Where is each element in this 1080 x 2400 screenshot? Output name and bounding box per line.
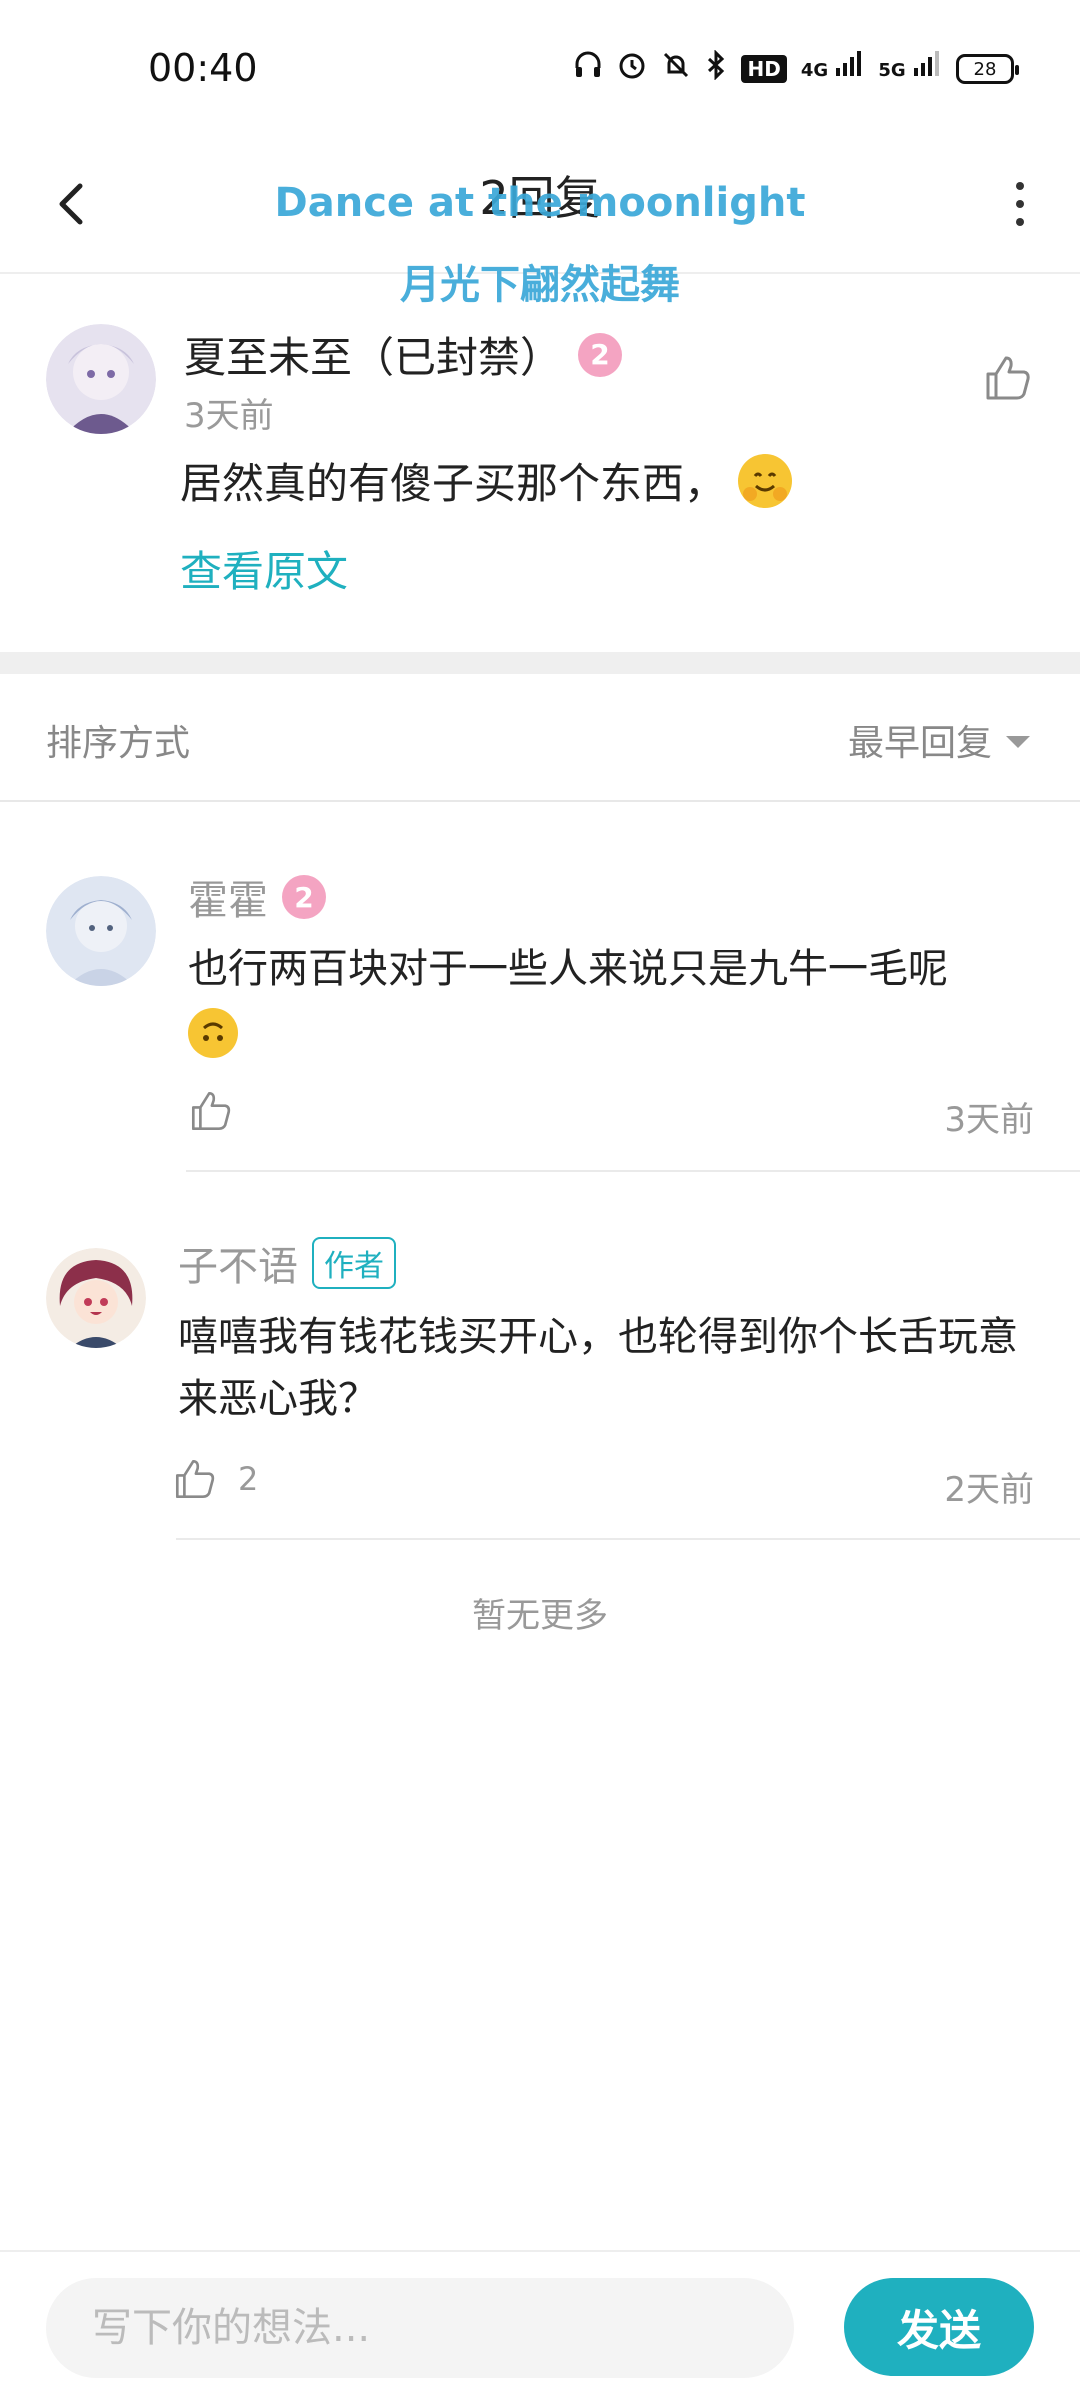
sort-selected-value: 最早回复 (847, 723, 992, 764)
comment-time: 3天前 (184, 396, 274, 436)
section-divider (0, 652, 1080, 674)
like-button[interactable] (188, 1088, 254, 1134)
alarm-icon (617, 50, 647, 88)
chevron-down-icon (1006, 736, 1030, 748)
like-icon (191, 1091, 231, 1131)
like-icon (175, 1459, 215, 1499)
avatar[interactable] (46, 1248, 146, 1348)
status-bar: 00:40 HD 4G 5G 28 (0, 0, 1080, 140)
reply-item: 霍霍 2 也行两百块对于一些人来说只是九牛一毛呢 3天前 (0, 802, 1080, 1172)
like-icon[interactable] (982, 352, 1034, 404)
4g-signal-icon: 4G (801, 50, 865, 88)
sort-bar: 排序方式 最早回复 (0, 674, 1080, 802)
status-icons: HD 4G 5G 28 (573, 49, 1019, 88)
author-name: 子不语 (178, 1244, 298, 1290)
level-badge: 2 (578, 332, 623, 377)
sort-dropdown[interactable]: 最早回复 (848, 714, 1030, 766)
reply-time: 3天前 (944, 1100, 1034, 1140)
status-time: 00:40 (148, 46, 258, 90)
5g-signal-icon: 5G (878, 50, 942, 88)
headphones-icon (573, 50, 603, 88)
hd-icon: HD (741, 55, 787, 83)
reply-item: 子不语 作者 嘻嘻我有钱花钱买开心，也轮得到你个长舌玩意来恶心我？ 2 2天前 (0, 1172, 1080, 1542)
no-more-text: 暂无更多 (472, 1596, 608, 1636)
reply-text: 也行两百块对于一些人来说只是九牛一毛呢 (188, 938, 1048, 1062)
comment-text: 居然真的有傻子买那个东西， (180, 450, 793, 511)
like-button[interactable]: 2 (172, 1456, 258, 1502)
watermark-text: Dance at the moonlight (274, 180, 806, 226)
hugging-face-emoji (738, 453, 793, 508)
comment-input[interactable] (46, 2278, 794, 2378)
divider (176, 1538, 1080, 1540)
upside-down-face-emoji (188, 1008, 238, 1058)
level-badge: 2 (282, 875, 326, 919)
bluetooth-icon (705, 49, 727, 88)
sort-label: 排序方式 (46, 723, 191, 764)
reply-author[interactable]: 霍霍 2 (188, 868, 326, 926)
mute-icon (661, 50, 691, 88)
avatar[interactable] (46, 324, 156, 434)
avatar[interactable] (46, 876, 156, 986)
reply-author[interactable]: 子不语 作者 (178, 1234, 396, 1292)
comment-composer: 发送 (0, 2250, 1080, 2400)
author-name: 霍霍 (188, 878, 268, 924)
battery-icon: 28 (956, 54, 1019, 84)
view-original-link[interactable]: 查看原文 (180, 538, 348, 599)
reply-text: 嘻嘻我有钱花钱买开心，也轮得到你个长舌玩意来恶心我？ (178, 1314, 1018, 1422)
author-badge: 作者 (312, 1237, 396, 1289)
send-button[interactable]: 发送 (844, 2278, 1034, 2376)
like-count: 2 (238, 1460, 259, 1498)
reply-time: 2天前 (944, 1470, 1034, 1510)
author-name: 夏至未至（已封禁） (184, 333, 563, 382)
comment-author[interactable]: 夏至未至（已封禁） 2 (184, 324, 623, 385)
original-comment: 夏至未至（已封禁） 2 3天前 居然真的有傻子买那个东西， 查看原文 (0, 276, 1080, 652)
